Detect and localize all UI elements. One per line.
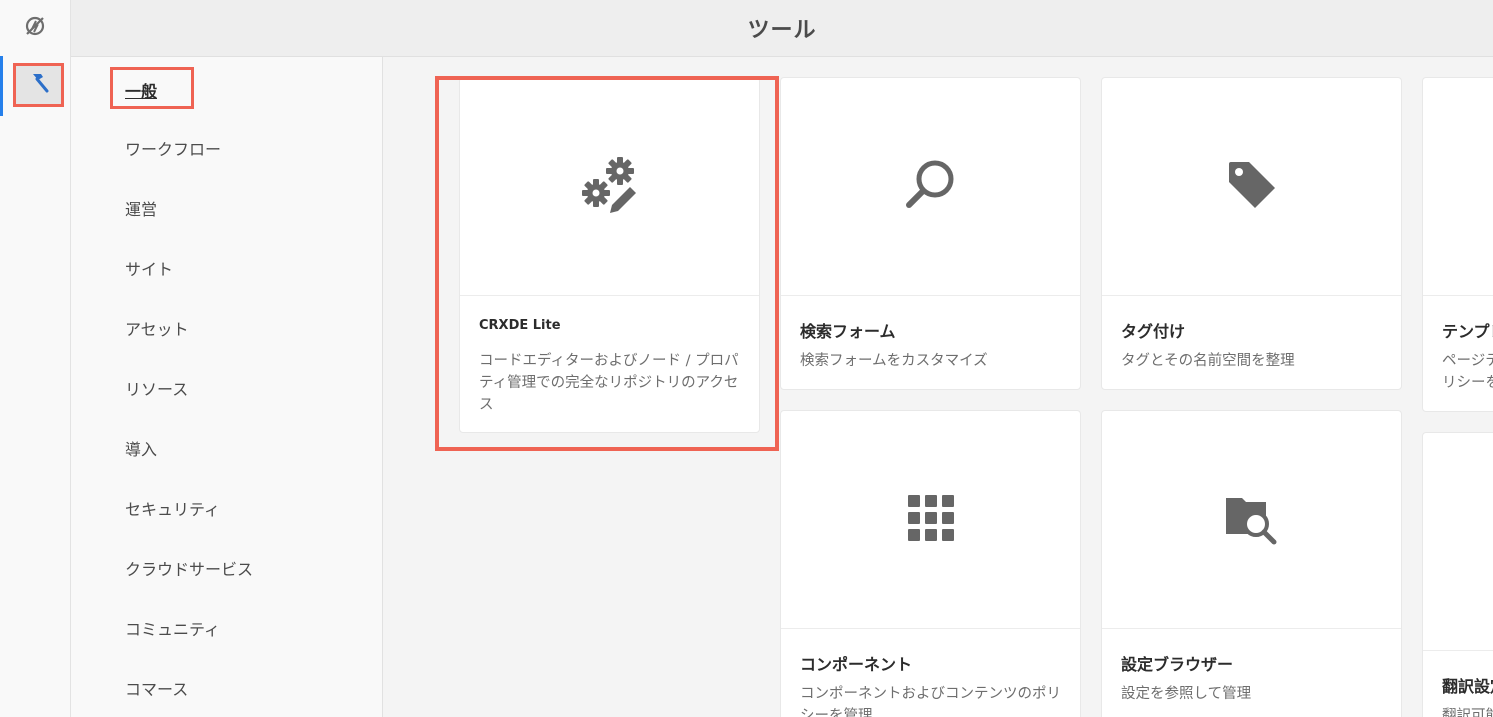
active-indicator	[0, 56, 3, 116]
tool-card-tagging[interactable]: タグ付け タグとその名前空間を整理	[1101, 77, 1402, 390]
category-item[interactable]: 運営	[125, 196, 157, 220]
category-label: 一般	[125, 82, 158, 101]
card-description: コンポーネントおよびコンテンツのポリシーを管理	[800, 686, 1061, 717]
page-title: ツール	[747, 18, 817, 43]
card-description: 設定を参照して管理	[1121, 686, 1252, 702]
category-item[interactable]: アセット	[125, 316, 189, 340]
card-description: コードエディターおよびノード / プロパティ管理での完全なリポジトリのアクセス	[479, 353, 739, 413]
tool-card-config-browser[interactable]: 設定ブラウザー 設定を参照して管理	[1101, 410, 1402, 717]
category-item[interactable]: ワークフロー	[125, 136, 221, 160]
tool-card-crxde[interactable]: CRXDE Lite コードエディターおよびノード / プロパティ管理での完全な…	[459, 77, 760, 433]
category-item[interactable]: リソース	[125, 376, 188, 400]
rail-tools-item[interactable]	[0, 56, 71, 116]
card-description: タグとその名前空間を整理	[1121, 353, 1295, 369]
card-title: CRXDE Lite	[479, 318, 561, 333]
card-thumbnail	[1423, 433, 1493, 651]
card-thumbnail	[460, 78, 759, 296]
tool-card-components[interactable]: コンポーネント コンポーネントおよびコンテンツのポリシーを管理	[780, 410, 1081, 717]
category-list: 一般 ワークフロー 運営 サイト アセット リソース 導入 セキュリティ クラウ…	[71, 57, 383, 717]
card-thumbnail	[1423, 78, 1493, 296]
apps-grid-icon	[906, 493, 956, 547]
card-description: 翻訳可能	[1442, 708, 1493, 717]
category-item[interactable]: セキュリティ	[125, 496, 220, 520]
card-thumbnail	[781, 78, 1080, 296]
card-thumbnail	[781, 411, 1080, 629]
category-item[interactable]: 導入	[125, 436, 157, 460]
search-icon	[901, 155, 961, 219]
hammer-icon	[27, 71, 51, 99]
card-title: テンプレ	[1442, 322, 1493, 341]
card-thumbnail	[1102, 78, 1401, 296]
no-sync-icon	[23, 14, 47, 42]
card-description: 検索フォームをカスタマイズ	[800, 353, 988, 369]
card-title: コンポーネント	[800, 655, 913, 674]
category-item[interactable]: サイト	[125, 256, 173, 280]
category-item[interactable]: コミュニティ	[125, 616, 220, 640]
category-item[interactable]: クラウドサービス	[125, 556, 253, 580]
card-title: タグ付け	[1121, 322, 1186, 341]
tools-button[interactable]	[13, 63, 64, 107]
global-nav-rail	[0, 0, 71, 717]
rail-top-button[interactable]	[0, 0, 70, 56]
tool-card-translation[interactable]: 翻訳設定 翻訳可能	[1422, 432, 1493, 717]
tool-card-grid: CRXDE Lite コードエディターおよびノード / プロパティ管理での完全な…	[384, 57, 1493, 717]
tool-card-search-forms[interactable]: 検索フォーム 検索フォームをカスタマイズ	[780, 77, 1081, 390]
card-title: 設定ブラウザー	[1121, 655, 1234, 674]
folder-search-icon	[1222, 488, 1282, 552]
page-header: ツール	[71, 0, 1493, 57]
category-item-general[interactable]: 一般	[110, 67, 194, 109]
tag-icon	[1225, 158, 1279, 216]
gears-edit-icon	[578, 153, 642, 221]
card-title: 検索フォーム	[800, 322, 896, 341]
card-title: 翻訳設定	[1442, 677, 1493, 696]
card-thumbnail	[1102, 411, 1401, 629]
tool-card-templates[interactable]: テンプレ ページテ リシーを	[1422, 77, 1493, 412]
card-description: ページテ リシーを	[1442, 353, 1493, 391]
category-item[interactable]: コマース	[125, 676, 188, 700]
